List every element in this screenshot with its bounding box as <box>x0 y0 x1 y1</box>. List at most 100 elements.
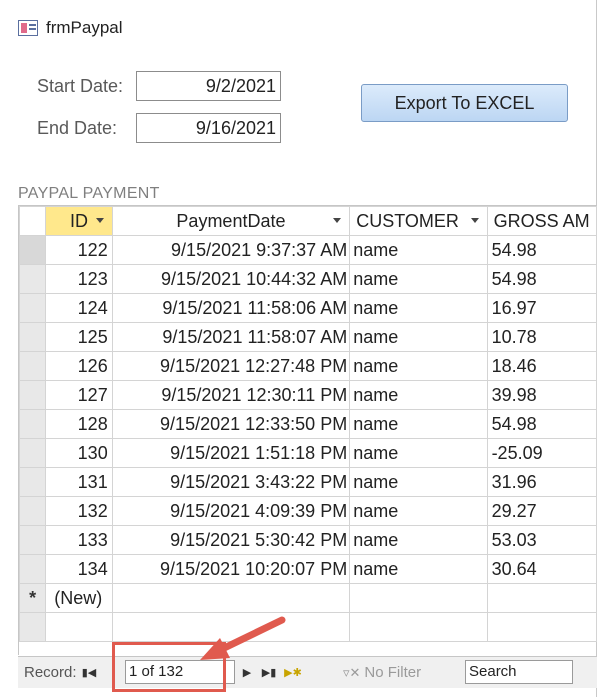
cell-paymentdate[interactable]: 9/15/2021 12:30:11 PM <box>111 380 351 410</box>
cell-customer[interactable]: name <box>349 525 488 555</box>
row-selector[interactable] <box>19 235 47 265</box>
empty-cell <box>45 612 113 642</box>
new-record-icon[interactable]: ▶✱ <box>284 665 302 679</box>
cell-gross[interactable]: 31.96 <box>486 467 597 497</box>
cell-customer[interactable]: name <box>349 264 488 294</box>
empty-cell <box>349 612 488 642</box>
table-row[interactable]: 123 9/15/2021 10:44:32 AM name 54.98 <box>19 264 597 294</box>
cell-gross[interactable]: 18.46 <box>486 351 597 381</box>
table-row[interactable]: 125 9/15/2021 11:58:07 AM name 10.78 <box>19 322 597 352</box>
cell-customer[interactable]: name <box>349 496 488 526</box>
cell-id[interactable]: 122 <box>45 235 113 265</box>
filter-toggle[interactable]: ▿✕ No Filter <box>343 664 421 681</box>
cell-paymentdate[interactable]: 9/15/2021 9:37:37 AM <box>111 235 351 265</box>
cell-id[interactable]: 128 <box>45 409 113 439</box>
end-date-field[interactable]: 9/16/2021 <box>136 113 281 143</box>
row-selector[interactable] <box>19 351 47 381</box>
table-row[interactable]: 127 9/15/2021 12:30:11 PM name 39.98 <box>19 380 597 410</box>
cell-id[interactable]: 124 <box>45 293 113 323</box>
cell-id[interactable]: 134 <box>45 554 113 584</box>
chevron-down-icon[interactable] <box>333 218 342 223</box>
next-record-icon[interactable]: ▶ <box>240 665 254 679</box>
cell-gross[interactable]: 53.03 <box>486 525 597 555</box>
cell-gross[interactable]: 54.98 <box>486 264 597 294</box>
row-selector[interactable] <box>19 467 47 497</box>
annotation-arrow <box>200 616 286 660</box>
chevron-down-icon[interactable] <box>95 218 104 223</box>
cell-gross[interactable]: 29.27 <box>486 496 597 526</box>
column-header-paymentdate[interactable]: PaymentDate <box>111 206 351 236</box>
row-selector[interactable] <box>19 438 47 468</box>
cell-customer[interactable]: name <box>349 235 488 265</box>
cell-gross[interactable]: 54.98 <box>486 409 597 439</box>
cell-paymentdate[interactable]: 9/15/2021 3:43:22 PM <box>111 467 351 497</box>
row-selector[interactable] <box>19 380 47 410</box>
table-row[interactable]: 133 9/15/2021 5:30:42 PM name 53.03 <box>19 525 597 555</box>
cell-paymentdate[interactable]: 9/15/2021 4:09:39 PM <box>111 496 351 526</box>
new-record-row[interactable]: * (New) <box>19 583 597 613</box>
cell-gross[interactable]: 39.98 <box>486 380 597 410</box>
cell-gross[interactable]: 16.97 <box>486 293 597 323</box>
row-selector[interactable] <box>19 409 47 439</box>
cell-id[interactable]: 125 <box>45 322 113 352</box>
cell-paymentdate[interactable]: 9/15/2021 10:44:32 AM <box>111 264 351 294</box>
row-selector[interactable] <box>19 554 47 584</box>
row-selector[interactable] <box>19 496 47 526</box>
cell-id[interactable]: 130 <box>45 438 113 468</box>
column-header-gross[interactable]: GROSS AM <box>486 206 597 236</box>
start-date-field[interactable]: 9/2/2021 <box>136 71 281 101</box>
cell-customer[interactable]: name <box>349 409 488 439</box>
table-row[interactable]: 124 9/15/2021 11:58:06 AM name 16.97 <box>19 293 597 323</box>
row-selector[interactable] <box>19 293 47 323</box>
search-input[interactable]: Search <box>465 660 573 684</box>
last-record-icon[interactable]: ▶▮ <box>262 665 277 679</box>
cell-paymentdate[interactable] <box>111 583 351 613</box>
select-all-corner[interactable] <box>19 206 47 236</box>
column-header-customer[interactable]: CUSTOMER <box>349 206 488 236</box>
cell-customer[interactable]: name <box>349 554 488 584</box>
table-row[interactable]: 134 9/15/2021 10:20:07 PM name 30.64 <box>19 554 597 584</box>
cell-gross[interactable]: 10.78 <box>486 322 597 352</box>
filter-off-icon: ▿✕ <box>343 664 361 680</box>
column-header-id[interactable]: ID <box>45 206 113 236</box>
row-selector[interactable] <box>19 525 47 555</box>
cell-gross[interactable] <box>486 583 597 613</box>
first-record-icon[interactable]: ▮◀ <box>82 665 97 679</box>
cell-paymentdate[interactable]: 9/15/2021 11:58:06 AM <box>111 293 351 323</box>
export-to-excel-button[interactable]: Export To EXCEL <box>361 84 568 122</box>
cell-gross[interactable]: 30.64 <box>486 554 597 584</box>
cell-id[interactable]: 132 <box>45 496 113 526</box>
cell-customer[interactable]: name <box>349 467 488 497</box>
row-selector[interactable] <box>19 322 47 352</box>
table-row[interactable]: 128 9/15/2021 12:33:50 PM name 54.98 <box>19 409 597 439</box>
cell-customer[interactable] <box>349 583 488 613</box>
cell-paymentdate[interactable]: 9/15/2021 11:58:07 AM <box>111 322 351 352</box>
cell-customer[interactable]: name <box>349 293 488 323</box>
new-record-selector[interactable]: * <box>19 583 47 613</box>
form-title: frmPaypal <box>46 18 123 37</box>
cell-customer[interactable]: name <box>349 438 488 468</box>
table-row[interactable]: 122 9/15/2021 9:37:37 AM name 54.98 <box>19 235 597 265</box>
cell-paymentdate[interactable]: 9/15/2021 5:30:42 PM <box>111 525 351 555</box>
cell-gross[interactable]: 54.98 <box>486 235 597 265</box>
cell-customer[interactable]: name <box>349 351 488 381</box>
cell-paymentdate[interactable]: 9/15/2021 1:51:18 PM <box>111 438 351 468</box>
table-row[interactable]: 126 9/15/2021 12:27:48 PM name 18.46 <box>19 351 597 381</box>
cell-id[interactable]: 131 <box>45 467 113 497</box>
table-row[interactable]: 131 9/15/2021 3:43:22 PM name 31.96 <box>19 467 597 497</box>
cell-id[interactable]: 133 <box>45 525 113 555</box>
cell-paymentdate[interactable]: 9/15/2021 12:27:48 PM <box>111 351 351 381</box>
table-row[interactable]: 130 9/15/2021 1:51:18 PM name -25.09 <box>19 438 597 468</box>
cell-paymentdate[interactable]: 9/15/2021 10:20:07 PM <box>111 554 351 584</box>
cell-id[interactable]: 127 <box>45 380 113 410</box>
new-row-label[interactable]: (New) <box>45 583 113 613</box>
chevron-down-icon[interactable] <box>470 218 479 223</box>
cell-id[interactable]: 123 <box>45 264 113 294</box>
row-selector[interactable] <box>19 264 47 294</box>
cell-paymentdate[interactable]: 9/15/2021 12:33:50 PM <box>111 409 351 439</box>
cell-gross[interactable]: -25.09 <box>486 438 597 468</box>
cell-customer[interactable]: name <box>349 322 488 352</box>
table-row[interactable]: 132 9/15/2021 4:09:39 PM name 29.27 <box>19 496 597 526</box>
cell-customer[interactable]: name <box>349 380 488 410</box>
cell-id[interactable]: 126 <box>45 351 113 381</box>
